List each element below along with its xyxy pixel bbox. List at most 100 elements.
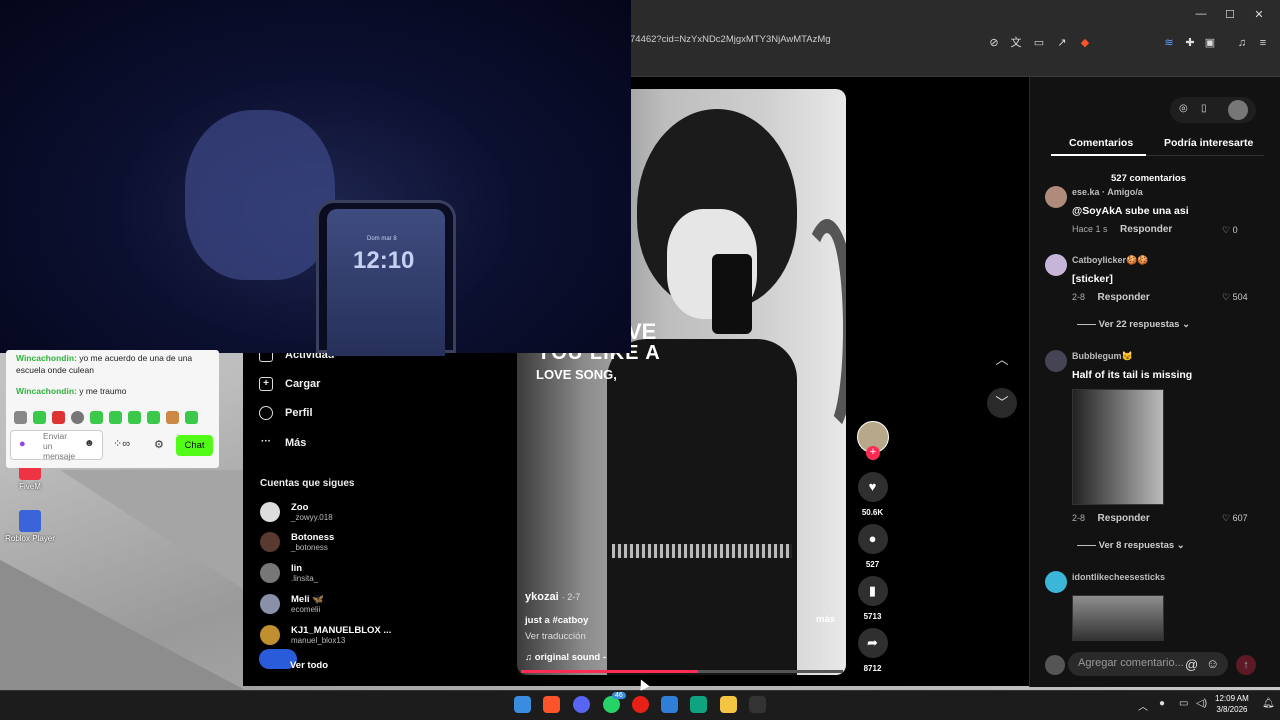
next-video-icon[interactable]: ﹀ [987, 388, 1017, 418]
tab-recommendations[interactable]: Podría interesarte [1164, 137, 1253, 149]
brave-shield-icon[interactable]: ◆ [1078, 36, 1092, 50]
emoji-icon[interactable]: ☺ [1206, 656, 1219, 671]
notifications-icon[interactable]: 🔔︎ [1262, 698, 1275, 709]
system-clock[interactable]: 12:09 AM 3/8/2026 [1215, 693, 1249, 715]
comment-like[interactable]: ♡ 0 [1222, 225, 1238, 236]
mention-icon[interactable]: @ [1185, 657, 1198, 672]
user-avatar[interactable] [1228, 100, 1248, 120]
speed-icon[interactable]: ◎ [1179, 103, 1188, 114]
view-replies-button[interactable]: —— Ver 22 respuestas ⌄ [1077, 319, 1190, 330]
emote-icon[interactable] [90, 411, 103, 424]
chat-send-button[interactable]: Chat [176, 435, 213, 456]
nav-profile[interactable]: Perfil [259, 406, 313, 420]
music-icon[interactable]: ♫ [1235, 36, 1249, 50]
avatar[interactable] [1045, 254, 1067, 276]
chat-input[interactable]: ● Enviar un mensaje ☻ [10, 430, 103, 461]
wallpaper-shape [60, 470, 245, 590]
previous-video-icon[interactable]: ︿ [987, 345, 1017, 375]
menu-icon[interactable]: ≡ [1256, 36, 1270, 50]
comment-image[interactable] [1072, 595, 1164, 641]
app-icon[interactable] [749, 696, 766, 713]
avatar[interactable] [1045, 350, 1067, 372]
no-tracking-icon[interactable]: ⊘ [987, 36, 1001, 50]
emoji-icon[interactable]: ☻ [84, 438, 95, 449]
view-replies-button[interactable]: —— Ver 8 respuestas ⌄ [1077, 540, 1185, 551]
comment-icon: ● [857, 524, 888, 554]
comment-meta: 2-8 Responder [1072, 292, 1150, 303]
share-button[interactable]: ➦ 8712 [856, 628, 889, 673]
extensions-icon[interactable]: ✚ [1183, 36, 1197, 50]
volume-icon[interactable]: ◁) [1196, 698, 1207, 709]
device-icon[interactable]: ▯ [1201, 103, 1207, 114]
avatar [260, 594, 280, 614]
points-icon[interactable]: ⁘∞ [113, 437, 130, 450]
video-frame-detail [712, 254, 752, 334]
comment-username[interactable]: Bubblegum😼 [1072, 351, 1133, 362]
reply-button[interactable]: Responder [1120, 224, 1172, 235]
see-all-link[interactable]: Ver todo [290, 660, 328, 671]
chatgpt-icon[interactable] [690, 696, 707, 713]
youtube-music-icon[interactable] [632, 696, 649, 713]
url-text[interactable]: 74462?cid=NzYxNDc2MjgxMTY3NjAwMTAzMg [630, 34, 831, 45]
translate-icon[interactable]: 文 [1009, 36, 1023, 50]
followed-account[interactable]: Zoo _zowyy.018 [260, 502, 333, 522]
send-comment-button[interactable]: ↑ [1236, 655, 1256, 675]
file-explorer-icon[interactable] [720, 696, 737, 713]
add-comment-input[interactable]: Agregar comentario... [1068, 652, 1228, 676]
emote-icon[interactable] [166, 411, 179, 424]
audio-icon[interactable]: ≋ [1162, 36, 1176, 50]
minimize-icon[interactable]: — [1194, 8, 1208, 20]
brave-icon[interactable] [543, 696, 560, 713]
microphone-icon[interactable]: ● [19, 438, 26, 450]
more-link[interactable]: más [816, 614, 835, 625]
microphone-icon[interactable]: ● [1159, 698, 1165, 709]
reply-button[interactable]: Responder [1098, 513, 1150, 524]
emote-icon[interactable] [71, 411, 84, 424]
emote-icon[interactable] [147, 411, 160, 424]
nav-upload[interactable]: + Cargar [259, 377, 320, 391]
video-progress-bar[interactable] [521, 670, 843, 673]
translate-link[interactable]: Ver traducción [525, 631, 586, 642]
wallet-icon[interactable]: ▣ [1203, 36, 1217, 50]
nav-more[interactable]: ··· Más [259, 436, 306, 450]
network-icon[interactable]: ▭ [1179, 698, 1188, 709]
emote-icon[interactable] [185, 411, 198, 424]
emote-icon[interactable] [33, 411, 46, 424]
windows-start-icon[interactable] [514, 696, 531, 713]
discord-icon[interactable] [573, 696, 590, 713]
video-author[interactable]: ykozai · 2-7 [525, 591, 580, 603]
emote-icon[interactable] [109, 411, 122, 424]
close-icon[interactable]: ✕ [1252, 8, 1266, 21]
reply-button[interactable]: Responder [1098, 292, 1150, 303]
followed-account[interactable]: lin .linsita_ [260, 563, 318, 583]
maximize-icon[interactable]: ☐ [1223, 8, 1237, 21]
comment-username[interactable]: ese.ka · Amigo/a [1072, 187, 1143, 197]
comment-image[interactable] [1072, 389, 1164, 505]
follow-plus-icon[interactable]: + [866, 446, 880, 460]
desktop-icon-roblox[interactable]: Roblox Player [0, 510, 60, 543]
followed-account[interactable]: Meli 🦋 ecomelii [260, 594, 324, 614]
emote-icon[interactable] [128, 411, 141, 424]
avatar[interactable] [1045, 186, 1067, 208]
followed-account[interactable]: Botoness _botoness [260, 532, 334, 552]
emote-icon[interactable] [52, 411, 65, 424]
cast-icon[interactable]: ▭ [1032, 36, 1046, 50]
comment-like[interactable]: ♡ 504 [1222, 292, 1248, 303]
comment-like[interactable]: ♡ 607 [1222, 513, 1248, 524]
notepad-icon[interactable] [661, 696, 678, 713]
comment-button[interactable]: ● 527 [856, 524, 889, 569]
tab-comments[interactable]: Comentarios [1069, 137, 1133, 149]
settings-gear-icon[interactable]: ⚙ [154, 438, 164, 451]
followed-account[interactable]: KJ1_MANUELBLOX ... manuel_blox13 [260, 625, 391, 645]
avatar[interactable] [1045, 571, 1067, 593]
comment-username[interactable]: Catboylicker🍪🍪 [1072, 255, 1148, 266]
comment-username[interactable]: idontlikecheesesticks [1072, 572, 1165, 582]
chevron-up-icon[interactable]: ︿ [1138, 698, 1148, 713]
sound-link[interactable]: ♫ original sound - [525, 652, 606, 663]
emote-icon[interactable] [14, 411, 27, 424]
share-icon[interactable]: ↗ [1055, 36, 1069, 50]
video-overlay-text: LOVE SONG, [536, 367, 617, 382]
like-button[interactable]: ♥ 50.6K [856, 472, 889, 517]
save-button[interactable]: ▮ 5713 [856, 576, 889, 621]
avatar [260, 563, 280, 583]
